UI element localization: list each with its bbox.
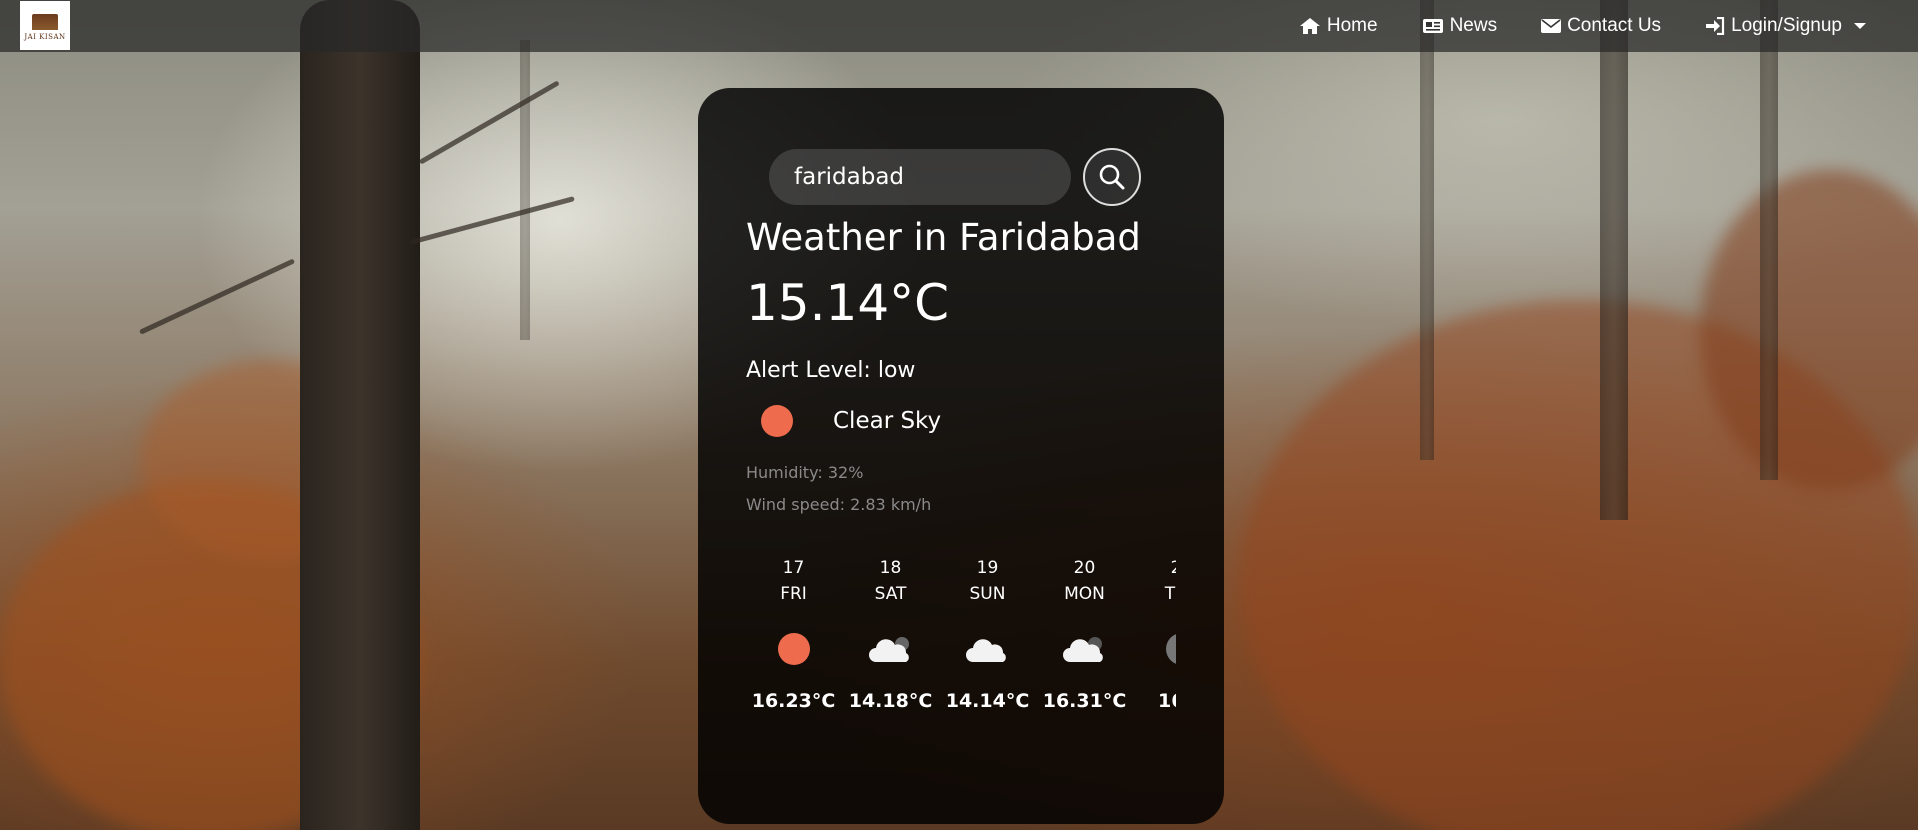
nav-news-link[interactable]: News — [1422, 15, 1498, 37]
cloud-icon — [965, 639, 1006, 662]
forecast-day: 17 FRI 16.23°C — [745, 558, 842, 818]
tree-branch — [409, 196, 575, 245]
sign-in-icon — [1705, 17, 1725, 35]
humidity-text: Humidity: 32% — [746, 463, 864, 482]
forecast-temperature: 14.18°C — [848, 690, 933, 712]
forecast-day-name: SAT — [874, 584, 907, 604]
tree-trunk — [1420, 0, 1434, 460]
tree-trunk — [520, 40, 530, 340]
logo-icon — [32, 14, 58, 30]
nav-home-label: Home — [1326, 15, 1378, 36]
nav-home-link[interactable]: Home — [1299, 15, 1378, 37]
logo-text: JAI KISAN — [24, 33, 66, 41]
search-bar — [769, 148, 1141, 206]
forecast-temperature: 16.31°C — [1042, 690, 1127, 712]
forecast-temperature: 16.4 — [1158, 690, 1176, 712]
sun-icon — [777, 633, 810, 665]
forecast-day-number: 17 — [782, 558, 805, 578]
chevron-down-icon — [1854, 23, 1866, 29]
weather-card: Weather in Faridabad 15.14°C Alert Level… — [698, 88, 1224, 824]
nav-news-label: News — [1449, 15, 1498, 36]
forecast-day: 19 SUN 14.14°C — [939, 558, 1036, 818]
tree-branch — [418, 80, 560, 165]
nav-contact-link[interactable]: Contact Us — [1541, 15, 1661, 37]
cloud-icon — [1062, 637, 1103, 662]
nav-login-label: Login/Signup — [1731, 15, 1842, 36]
forecast-day-number: 18 — [879, 558, 902, 578]
nav-login-dropdown[interactable]: Login/Signup — [1705, 15, 1866, 37]
current-temperature: 15.14°C — [746, 274, 950, 332]
forecast-day-number: 20 — [1073, 558, 1096, 578]
forecast-day: 21 TUE 16.4 — [1133, 558, 1176, 818]
forecast-day-name: MON — [1064, 584, 1105, 604]
forecast-day: 18 SAT 14.18°C — [842, 558, 939, 818]
cloud-icon — [868, 637, 909, 662]
tree-trunk — [300, 0, 420, 830]
envelope-icon — [1541, 18, 1562, 34]
forecast-day-name: FRI — [780, 584, 807, 604]
alert-level: Alert Level: low — [746, 358, 916, 383]
tree-trunk — [1600, 0, 1628, 520]
forecast-day-number: 21 — [1171, 558, 1176, 578]
forecast-temperature: 16.23°C — [751, 690, 836, 712]
forecast-day-number: 19 — [976, 558, 999, 578]
city-search-input[interactable] — [769, 149, 1071, 205]
search-icon — [1099, 164, 1125, 190]
tree-trunk — [1760, 0, 1778, 480]
weather-description: Clear Sky — [761, 405, 941, 437]
weather-description-text: Clear Sky — [833, 408, 942, 434]
newspaper-icon — [1422, 18, 1444, 34]
site-logo[interactable]: JAI KISAN — [20, 1, 70, 50]
forecast-day: 20 MON 16.31°C — [1036, 558, 1133, 818]
tree-branch — [138, 258, 296, 335]
city-title: Weather in Faridabad — [746, 216, 1141, 259]
nav-contact-label: Contact Us — [1567, 15, 1662, 36]
home-icon — [1299, 17, 1321, 35]
sun-icon — [761, 405, 793, 437]
search-button[interactable] — [1083, 148, 1141, 206]
moon-icon — [1165, 633, 1176, 665]
forecast-temperature: 14.14°C — [945, 690, 1030, 712]
forecast-day-name: TUE — [1164, 584, 1176, 604]
navbar: JAI KISAN Home News Contact Us Login/Sig… — [0, 0, 1918, 52]
nav-links: Home News Contact Us Login/Signup — [1299, 0, 1918, 52]
forecast-strip[interactable]: 17 FRI 16.23°C 18 SAT 14.18°C 19 SUN 14.… — [745, 558, 1176, 818]
forecast-day-name: SUN — [969, 584, 1006, 604]
wind-speed-text: Wind speed: 2.83 km/h — [746, 495, 932, 514]
